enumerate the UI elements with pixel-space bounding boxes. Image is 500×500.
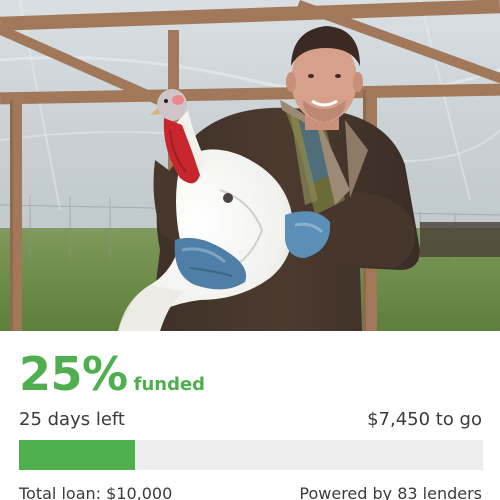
funding-percentage: 25% funded: [19, 348, 205, 400]
funding-progress-fill: [19, 440, 135, 470]
borrower-photo[interactable]: [0, 0, 500, 331]
funded-label: funded: [133, 374, 206, 395]
funding-progress-bar: [19, 440, 483, 470]
borrower-photo-illustration: [0, 0, 500, 331]
days-left-text: 25 days left: [19, 409, 125, 430]
loan-card: 25% funded 25 days left $7,450 to go Tot…: [0, 0, 500, 500]
lenders-count-text: Powered by 83 lenders: [299, 484, 482, 500]
percent-funded-value: 25%: [19, 347, 128, 401]
amount-to-go-text: $7,450 to go: [367, 409, 482, 430]
total-loan-text: Total loan: $10,000: [19, 484, 173, 500]
